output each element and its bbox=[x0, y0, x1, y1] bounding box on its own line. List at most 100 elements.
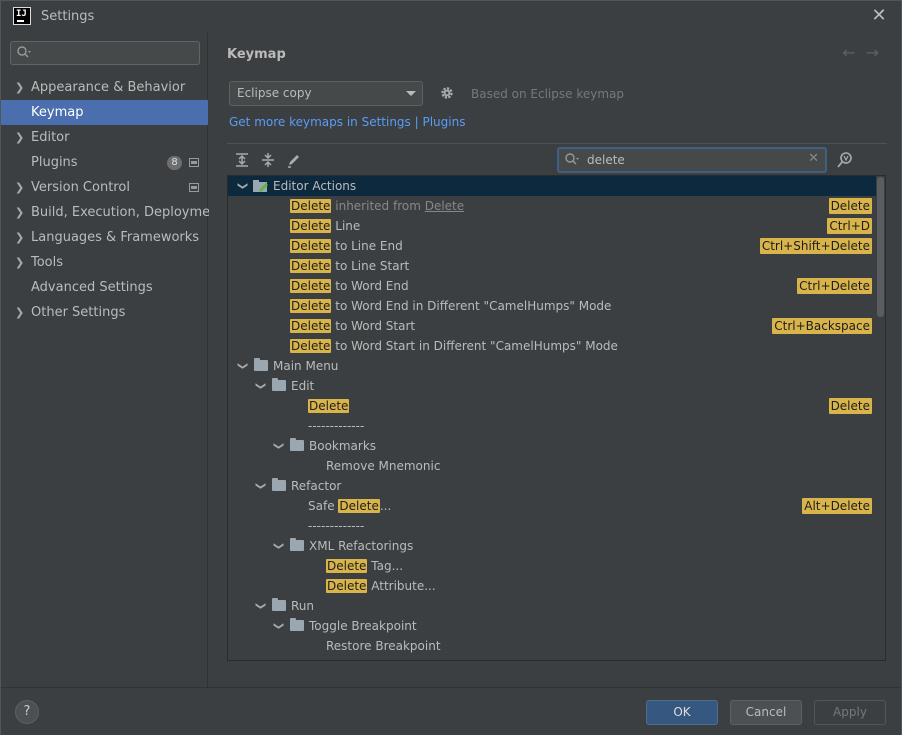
tree-row-delete-to-word-end[interactable]: Delete to Word End Ctrl+Delete bbox=[228, 276, 876, 296]
tree-node-main-menu[interactable]: ❯ Main Menu bbox=[228, 356, 876, 376]
tree-row-delete-to-line-end[interactable]: Delete to Line End Ctrl+Shift+Delete bbox=[228, 236, 876, 256]
action-search[interactable]: ✕ bbox=[557, 147, 827, 173]
tree-node-run[interactable]: ❯ Run bbox=[228, 596, 876, 616]
tree-node-bookmarks[interactable]: ❯ Bookmarks bbox=[228, 436, 876, 456]
project-level-icon bbox=[189, 183, 199, 192]
folder-icon bbox=[272, 598, 286, 611]
shortcut-badge: Ctrl+Backspace bbox=[772, 318, 872, 334]
chevron-down-icon[interactable]: ❯ bbox=[268, 440, 288, 452]
keymap-select[interactable]: Eclipse copy bbox=[229, 81, 423, 106]
menu-separator: ------------- bbox=[308, 419, 365, 433]
tree-row-delete-to-word-end-camel[interactable]: Delete to Word End in Different "CamelHu… bbox=[228, 296, 876, 316]
action-label: to Word Start in Different "CamelHumps" … bbox=[331, 339, 618, 353]
action-label: ... bbox=[379, 499, 392, 513]
chevron-right-icon[interactable]: ❯ bbox=[15, 175, 25, 200]
edit-shortcut-icon[interactable] bbox=[285, 151, 303, 169]
chevron-down-icon[interactable]: ❯ bbox=[250, 480, 270, 492]
tree-node-toggle-breakpoint[interactable]: ❯ Toggle Breakpoint bbox=[228, 616, 876, 636]
action-label: Restore Breakpoint bbox=[326, 639, 441, 653]
chevron-right-icon[interactable]: ❯ bbox=[15, 200, 25, 225]
chevron-right-icon[interactable]: ❯ bbox=[15, 225, 25, 250]
chevron-down-icon[interactable]: ❯ bbox=[250, 600, 270, 612]
folder-icon bbox=[290, 538, 304, 551]
tree-row-delete-to-word-start[interactable]: Delete to Word Start Ctrl+Backspace bbox=[228, 316, 876, 336]
action-label: Line bbox=[331, 219, 361, 233]
dialog-footer: ? OK Cancel Apply bbox=[1, 687, 901, 735]
chevron-right-icon[interactable]: ❯ bbox=[15, 75, 25, 100]
shortcut-badge: Delete bbox=[828, 398, 872, 414]
sidebar-item-tools[interactable]: ❯ Tools bbox=[1, 250, 208, 275]
tree-node-refactor[interactable]: ❯ Refactor bbox=[228, 476, 876, 496]
action-label: to Word End in Different "CamelHumps" Mo… bbox=[331, 299, 612, 313]
search-highlight: Delete bbox=[290, 199, 332, 213]
shortcut-badge: Ctrl+Shift+Delete bbox=[759, 238, 872, 254]
sidebar-item-keymap[interactable]: Keymap bbox=[1, 100, 208, 125]
search-highlight: Delete bbox=[326, 559, 368, 573]
chevron-right-icon[interactable]: ❯ bbox=[15, 250, 25, 275]
folder-icon bbox=[272, 478, 286, 491]
sidebar-item-advanced-settings[interactable]: Advanced Settings bbox=[1, 275, 208, 300]
get-more-keymaps-link[interactable]: Get more keymaps in Settings | Plugins bbox=[229, 115, 465, 129]
chevron-down-icon[interactable]: ❯ bbox=[250, 380, 270, 392]
apply-button[interactable]: Apply bbox=[814, 700, 886, 725]
ok-button[interactable]: OK bbox=[646, 700, 718, 725]
tree-row-delete-tag[interactable]: Delete Tag... bbox=[228, 556, 876, 576]
tree-row-safe-delete[interactable]: Safe Delete... Alt+Delete bbox=[228, 496, 876, 516]
plugins-update-badge: 8 bbox=[167, 156, 182, 170]
chevron-down-icon[interactable]: ❯ bbox=[232, 360, 252, 372]
chevron-down-icon[interactable]: ❯ bbox=[268, 540, 288, 552]
chevron-down-icon[interactable]: ❯ bbox=[268, 620, 288, 632]
tree-row-delete[interactable]: Delete inherited from Delete Delete bbox=[228, 196, 876, 216]
close-icon[interactable]: ✕ bbox=[869, 6, 889, 26]
back-arrow-icon[interactable]: ← bbox=[842, 43, 865, 62]
sidebar-item-appearance[interactable]: ❯ Appearance & Behavior bbox=[1, 75, 208, 100]
chevron-right-icon[interactable]: ❯ bbox=[15, 300, 25, 325]
tree-row-delete-to-word-start-camel[interactable]: Delete to Word Start in Different "Camel… bbox=[228, 336, 876, 356]
sidebar-item-label: Editor bbox=[31, 130, 70, 145]
find-by-shortcut-icon[interactable] bbox=[835, 150, 855, 170]
tree-scrollbar[interactable] bbox=[877, 177, 884, 317]
sidebar-item-plugins[interactable]: Plugins 8 bbox=[1, 150, 208, 175]
sidebar-item-label: Tools bbox=[31, 255, 64, 270]
gear-icon[interactable] bbox=[439, 85, 455, 101]
sidebar-item-editor[interactable]: ❯ Editor bbox=[1, 125, 208, 150]
tree-node-label: Bookmarks bbox=[309, 439, 377, 453]
tree-row-delete-line[interactable]: Delete Line Ctrl+D bbox=[228, 216, 876, 236]
tree-row-restore-breakpoint[interactable]: Restore Breakpoint bbox=[228, 636, 876, 656]
dropdown-caret-icon bbox=[406, 91, 416, 96]
clear-icon[interactable]: ✕ bbox=[808, 151, 819, 166]
search-icon bbox=[565, 153, 579, 165]
inherited-from-link[interactable]: Delete bbox=[425, 199, 464, 213]
inherited-text: inherited from bbox=[331, 199, 425, 213]
expand-all-icon[interactable] bbox=[233, 151, 251, 169]
tree-node-edit[interactable]: ❯ Edit bbox=[228, 376, 876, 396]
tree-node-xml-refactorings[interactable]: ❯ XML Refactorings bbox=[228, 536, 876, 556]
action-label: to Line Start bbox=[331, 259, 410, 273]
sidebar-item-other-settings[interactable]: ❯ Other Settings bbox=[1, 300, 208, 325]
search-icon bbox=[17, 46, 31, 58]
sidebar-item-build[interactable]: ❯ Build, Execution, Deployment bbox=[1, 200, 223, 225]
title-bar: IJ Settings ✕ bbox=[1, 1, 901, 33]
intellij-logo-icon: IJ bbox=[13, 7, 31, 25]
chevron-down-icon[interactable]: ❯ bbox=[232, 180, 252, 192]
collapse-all-icon[interactable] bbox=[259, 151, 277, 169]
tree-row-edit-delete[interactable]: Delete Delete bbox=[228, 396, 876, 416]
cancel-button[interactable]: Cancel bbox=[730, 700, 802, 725]
tree-node-editor-actions[interactable]: ❯ Editor Actions bbox=[228, 176, 876, 196]
forward-arrow-icon[interactable]: → bbox=[866, 43, 889, 62]
tree-row-remove-mnemonic[interactable]: Remove Mnemonic bbox=[228, 456, 876, 476]
action-label: to Word End bbox=[331, 279, 409, 293]
keymap-tree[interactable]: ❯ Editor Actions Delete inherited from D… bbox=[227, 175, 886, 661]
menu-folder-icon bbox=[254, 358, 268, 371]
help-button[interactable]: ? bbox=[15, 700, 39, 724]
tree-row-delete-to-line-start[interactable]: Delete to Line Start bbox=[228, 256, 876, 276]
tree-row-delete-attribute[interactable]: Delete Attribute... bbox=[228, 576, 876, 596]
shortcut-badge: Ctrl+Delete bbox=[797, 278, 872, 294]
chevron-right-icon[interactable]: ❯ bbox=[15, 125, 25, 150]
sidebar-item-languages[interactable]: ❯ Languages & Frameworks bbox=[1, 225, 208, 250]
action-search-input[interactable] bbox=[587, 151, 797, 169]
sidebar-item-version-control[interactable]: ❯ Version Control bbox=[1, 175, 208, 200]
sidebar-search[interactable] bbox=[10, 41, 200, 65]
sidebar-search-input[interactable] bbox=[35, 44, 195, 62]
search-highlight: Delete bbox=[308, 399, 350, 413]
